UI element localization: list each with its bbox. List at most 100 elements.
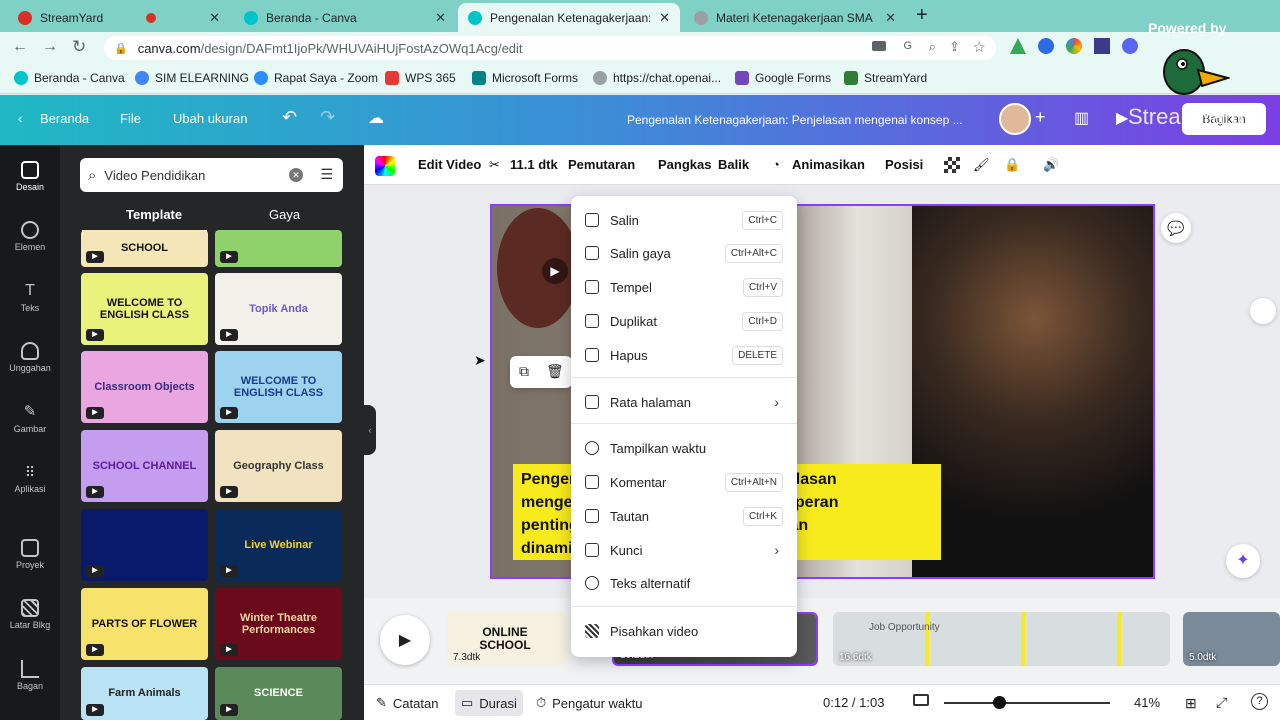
add-comment-icon[interactable]: 💬 bbox=[1161, 213, 1191, 243]
animate-button[interactable]: Animasikan bbox=[792, 157, 865, 172]
tab-template[interactable]: Template bbox=[126, 207, 182, 222]
present-play-icon[interactable]: ▶ bbox=[1116, 108, 1128, 128]
rail-desain[interactable]: Desain bbox=[0, 161, 60, 192]
clear-icon[interactable]: ✕ bbox=[289, 168, 303, 182]
z-extension-icon[interactable] bbox=[1038, 38, 1054, 54]
timeline-clip[interactable]: Job Opportunity 16.6dtk bbox=[833, 612, 1170, 666]
insights-icon[interactable]: ▥ bbox=[1074, 108, 1089, 128]
menu-item-hapus[interactable]: Hapus DELETE bbox=[571, 339, 797, 371]
edit-video-button[interactable]: Edit Video bbox=[418, 157, 481, 172]
position-button[interactable]: Posisi bbox=[885, 157, 923, 172]
lock-icon[interactable]: 🔒 bbox=[1004, 157, 1020, 173]
timeline-clip[interactable]: 5.0dtk bbox=[1183, 612, 1280, 666]
tab-materi[interactable]: Materi Ketenagakerjaan SMA ✕ bbox=[684, 3, 906, 32]
paint-roller-icon[interactable]: 🖌 bbox=[973, 157, 990, 173]
crop-button[interactable]: Pangkas bbox=[658, 157, 711, 172]
scissors-icon[interactable]: ✂ bbox=[489, 157, 500, 173]
zoom-slider[interactable] bbox=[944, 702, 1110, 704]
timeline-play-button[interactable]: ▶ bbox=[380, 615, 430, 665]
chevron-left-icon[interactable]: ‹ bbox=[18, 111, 22, 126]
menu-item-salin-gaya[interactable]: Salin gaya Ctrl+Alt+C bbox=[571, 237, 797, 269]
fullscreen-icon[interactable]: ⤢ bbox=[1216, 694, 1227, 711]
template-thumbnail[interactable]: Geography Class ▶ bbox=[215, 430, 342, 502]
resize-button[interactable]: Ubah ukuran bbox=[173, 111, 247, 126]
redo-icon[interactable]: ↷ bbox=[320, 107, 335, 128]
close-tab-icon[interactable]: ✕ bbox=[659, 10, 670, 26]
template-thumbnail[interactable]: Live Webinar ▶ bbox=[215, 509, 342, 581]
chrome-extension-icon[interactable] bbox=[1066, 38, 1082, 54]
zoom-slider-handle[interactable] bbox=[992, 696, 1006, 709]
notes-button[interactable]: ✎ Catatan bbox=[376, 695, 438, 711]
bookmark-wps[interactable]: WPS 365 bbox=[385, 71, 456, 85]
undo-icon[interactable]: ↶ bbox=[282, 107, 297, 128]
tab-pengenalan[interactable]: Pengenalan Ketenagakerjaan: P ✕ bbox=[458, 3, 680, 32]
template-thumbnail[interactable]: Topik Anda ▶ bbox=[215, 273, 342, 345]
menu-item-kunci[interactable]: Kunci › bbox=[571, 534, 797, 566]
tab-streamyard[interactable]: StreamYard ✕ bbox=[8, 3, 230, 32]
camera-icon[interactable] bbox=[872, 41, 886, 51]
forward-arrow-icon[interactable]: → bbox=[42, 38, 58, 56]
star-icon[interactable]: ☆ bbox=[973, 38, 986, 56]
menu-item-rata-halaman[interactable]: Rata halaman › bbox=[571, 386, 797, 418]
bookmark-ms-forms[interactable]: Microsoft Forms bbox=[472, 71, 578, 85]
close-tab-icon[interactable]: ✕ bbox=[435, 10, 446, 26]
help-icon[interactable]: ? bbox=[1251, 693, 1268, 710]
reload-icon[interactable]: ↻ bbox=[72, 37, 86, 57]
duration-button[interactable]: 11.1 dtk bbox=[510, 157, 558, 172]
bookmark-google-forms[interactable]: Google Forms bbox=[735, 71, 831, 85]
document-title[interactable]: Pengenalan Ketenagakerjaan: Penjelasan m… bbox=[627, 113, 977, 127]
trash-icon[interactable]: 🗑 bbox=[546, 363, 564, 380]
rail-gambar[interactable]: ✎ Gambar bbox=[0, 403, 60, 434]
page-view-icon[interactable] bbox=[913, 694, 929, 706]
template-thumbnail[interactable]: SCHOOL CHANNEL ▶ bbox=[81, 430, 208, 502]
menu-item-teks-alternatif[interactable]: Teks alternatif bbox=[571, 567, 797, 599]
timer-button[interactable]: ⏱ Pengatur waktu bbox=[536, 695, 642, 711]
rail-elemen[interactable]: Elemen bbox=[0, 221, 60, 252]
new-tab-button[interactable]: + bbox=[916, 4, 928, 27]
play-icon[interactable]: ▶ bbox=[542, 258, 568, 284]
template-thumbnail[interactable]: ▶ bbox=[215, 230, 342, 267]
rail-unggahan[interactable]: Unggahan bbox=[0, 342, 60, 373]
rail-aplikasi[interactable]: ⠿ Aplikasi bbox=[0, 463, 60, 494]
collapse-panel-handle[interactable]: ‹ bbox=[364, 405, 376, 455]
bookmark-sim-elearning[interactable]: SIM ELEARNING bbox=[135, 71, 249, 85]
timeline-clip[interactable]: ONLINE SCHOOL 7.3dtk bbox=[447, 612, 567, 666]
tab-gaya[interactable]: Gaya bbox=[269, 207, 300, 222]
url-field[interactable]: 🔒 canva.com/design/DAFmt1IjoPk/WHUVAiHUj… bbox=[104, 36, 996, 60]
duration-button[interactable]: ▭ Durasi bbox=[455, 690, 523, 716]
flip-button[interactable]: Balik bbox=[718, 157, 749, 172]
template-thumbnail[interactable]: WELCOME TO ENGLISH CLASS ▶ bbox=[81, 273, 208, 345]
rail-proyek[interactable]: Proyek bbox=[0, 539, 60, 570]
template-thumbnail[interactable]: Winter Theatre Performances ▶ bbox=[215, 588, 342, 660]
template-thumbnail[interactable]: SCHOOL ▶ bbox=[81, 230, 208, 267]
translate-icon[interactable]: G bbox=[903, 40, 912, 52]
volume-icon[interactable]: 🔊 bbox=[1043, 157, 1059, 173]
duplicate-icon[interactable]: ⧉ bbox=[519, 363, 529, 380]
close-tab-icon[interactable]: ✕ bbox=[885, 10, 896, 26]
transparency-icon[interactable] bbox=[944, 157, 960, 173]
bookmark-beranda-canva[interactable]: Beranda - Canva bbox=[14, 71, 125, 85]
discord-extension-icon[interactable] bbox=[1122, 38, 1138, 54]
playback-button[interactable]: Pemutaran bbox=[568, 157, 635, 172]
menu-item-tempel[interactable]: Tempel Ctrl+V bbox=[571, 271, 797, 303]
menu-item-duplikat[interactable]: Duplikat Ctrl+D bbox=[571, 305, 797, 337]
add-collaborator-icon[interactable]: + bbox=[1035, 107, 1046, 128]
grid-extension-icon[interactable] bbox=[1094, 38, 1110, 54]
grid-view-icon[interactable]: ⊞ bbox=[1185, 695, 1197, 712]
home-link[interactable]: Beranda bbox=[40, 111, 89, 126]
template-thumbnail[interactable]: Farm Animals ▶ bbox=[81, 667, 208, 720]
avatar[interactable] bbox=[999, 103, 1031, 135]
template-search-input[interactable]: ⌕ Video Pendidikan ✕ ☰ bbox=[80, 158, 343, 192]
rail-latar[interactable]: Latar Blkg bbox=[0, 599, 60, 630]
template-thumbnail[interactable]: ▶ bbox=[81, 509, 208, 581]
menu-item-pisahkan-video[interactable]: Pisahkan video bbox=[571, 615, 797, 647]
rail-bagan[interactable]: Bagan bbox=[0, 660, 60, 691]
template-thumbnail[interactable]: Classroom Objects ▶ bbox=[81, 351, 208, 423]
template-thumbnail[interactable]: WELCOME TO ENGLISH CLASS ▶ bbox=[215, 351, 342, 423]
filter-sliders-icon[interactable]: ☰ bbox=[320, 166, 333, 183]
drive-extension-icon[interactable] bbox=[1010, 38, 1026, 54]
template-thumbnail[interactable]: PARTS OF FLOWER ▶ bbox=[81, 588, 208, 660]
color-picker-icon[interactable] bbox=[375, 156, 395, 176]
zoom-icon[interactable]: ⌕ bbox=[929, 39, 936, 55]
bookmark-streamyard[interactable]: StreamYard bbox=[844, 71, 927, 85]
